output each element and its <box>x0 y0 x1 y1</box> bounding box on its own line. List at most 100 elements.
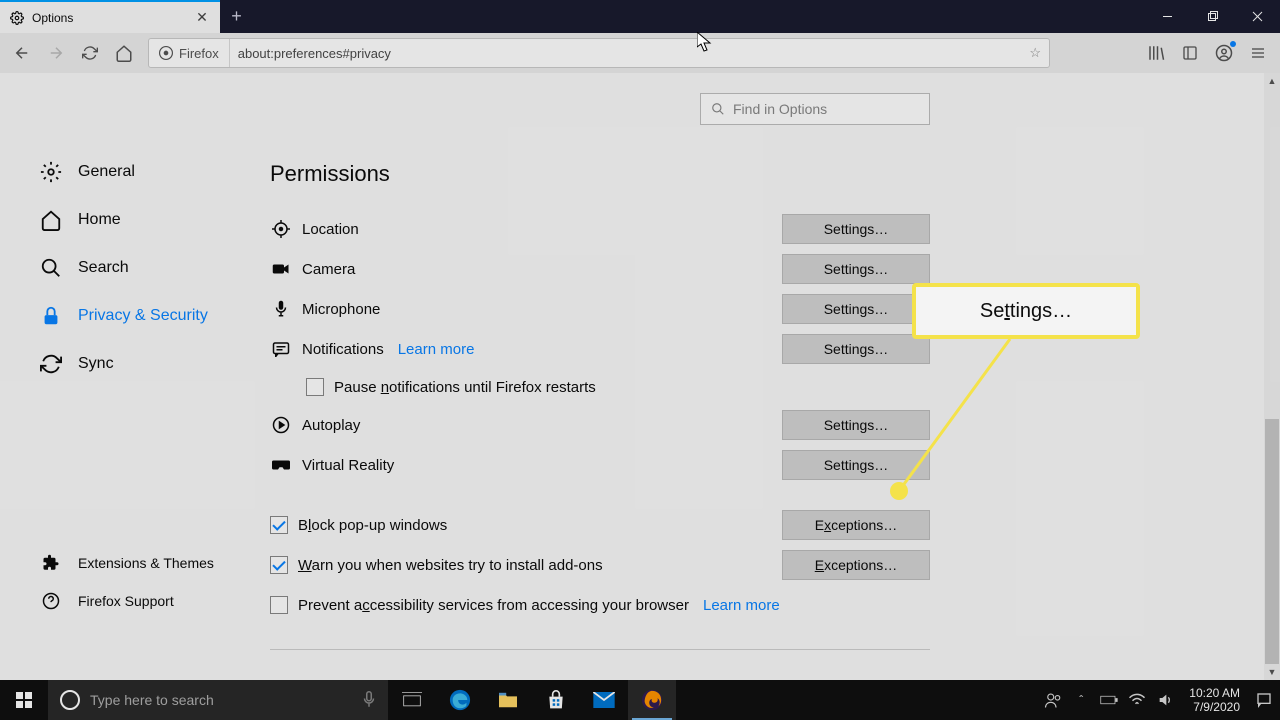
sidebar-item-home[interactable]: Home <box>40 196 240 244</box>
new-tab-button[interactable]: + <box>220 0 253 33</box>
back-button[interactable] <box>6 37 38 69</box>
block-popups-row: Block pop-up windows Exceptions… <box>270 505 930 545</box>
gear-icon <box>10 11 24 25</box>
taskbar-search[interactable]: Type here to search <box>48 680 388 720</box>
bookmark-star-icon[interactable]: ☆ <box>1021 45 1049 61</box>
people-icon[interactable] <box>1041 680 1065 720</box>
identity-label: Firefox <box>179 46 219 61</box>
checkbox-label: Block pop-up windows <box>298 517 447 534</box>
close-tab-icon[interactable]: ✕ <box>194 10 210 26</box>
a11y-row: Prevent accessibility services from acce… <box>270 585 930 625</box>
perm-autoplay: Autoplay Settings… <box>270 405 930 445</box>
perm-location: Location Settings… <box>270 209 930 249</box>
sidebar-item-general[interactable]: General <box>40 148 240 196</box>
perm-microphone: Microphone Settings… <box>270 289 930 329</box>
scroll-down-icon[interactable]: ▼ <box>1264 664 1280 680</box>
pause-notifications-checkbox[interactable] <box>306 378 324 396</box>
autoplay-settings-button[interactable]: Settings… <box>782 410 930 440</box>
perm-vr: Virtual Reality Settings… <box>270 445 930 485</box>
scrollbar[interactable]: ▲ ▼ <box>1264 73 1280 680</box>
sidebar-item-sync[interactable]: Sync <box>40 340 240 388</box>
task-icons <box>388 680 676 720</box>
sidebar-item-extensions[interactable]: Extensions & Themes <box>40 544 214 582</box>
home-button[interactable] <box>108 37 140 69</box>
popup-exceptions-button[interactable]: Exceptions… <box>782 510 930 540</box>
cortana-icon <box>60 690 80 710</box>
a11y-checkbox[interactable] <box>270 596 288 614</box>
help-icon <box>40 590 62 612</box>
minimize-button[interactable] <box>1145 0 1190 33</box>
clock-time: 10:20 AM <box>1189 686 1240 700</box>
tray-chevron-up-icon[interactable]: ˆ <box>1069 680 1093 720</box>
divider <box>270 649 930 650</box>
volume-icon[interactable] <box>1153 680 1177 720</box>
sidebar-item-privacy[interactable]: Privacy & Security <box>40 292 240 340</box>
checkbox-label: Prevent accessibility services from acce… <box>298 597 689 614</box>
perm-label: Notifications <box>302 341 384 358</box>
perm-camera: Camera Settings… <box>270 249 930 289</box>
content-area: Find in Options General Home Search Priv… <box>0 73 1280 680</box>
microphone-settings-button[interactable]: Settings… <box>782 294 930 324</box>
reload-button[interactable] <box>74 37 106 69</box>
identity-box[interactable]: Firefox <box>149 39 230 67</box>
location-settings-button[interactable]: Settings… <box>782 214 930 244</box>
sidebar-item-label: Firefox Support <box>78 593 174 609</box>
tray-clock[interactable]: 10:20 AM 7/9/2020 <box>1181 686 1248 714</box>
browser-tab[interactable]: Options ✕ <box>0 0 220 33</box>
main-panel: Permissions Location Settings… Camera Se… <box>270 161 930 650</box>
sidebar-item-label: Sync <box>78 355 114 373</box>
address-bar[interactable]: Firefox about:preferences#privacy ☆ <box>148 38 1050 68</box>
explorer-icon[interactable] <box>484 680 532 720</box>
sidebar: General Home Search Privacy & Security S… <box>40 148 240 388</box>
addon-exceptions-button[interactable]: Exceptions… <box>782 550 930 580</box>
task-view-icon[interactable] <box>388 680 436 720</box>
edge-icon[interactable] <box>436 680 484 720</box>
warn-addons-checkbox[interactable] <box>270 556 288 574</box>
microphone-icon <box>270 300 292 318</box>
notifications-settings-button[interactable]: Settings… <box>782 334 930 364</box>
warn-addons-row: Warn you when websites try to install ad… <box>270 545 930 585</box>
search-placeholder: Find in Options <box>733 101 827 117</box>
sidebar-item-label: Search <box>78 259 129 277</box>
pause-notifications-row: Pause notifications until Firefox restar… <box>306 369 930 405</box>
camera-settings-button[interactable]: Settings… <box>782 254 930 284</box>
a11y-learn-more[interactable]: Learn more <box>703 597 780 614</box>
puzzle-icon <box>40 552 62 574</box>
battery-icon[interactable] <box>1097 680 1121 720</box>
checkbox-label: Pause notifications until Firefox restar… <box>334 379 596 396</box>
block-popups-checkbox[interactable] <box>270 516 288 534</box>
perm-label: Location <box>302 221 359 238</box>
sidebar-item-label: Extensions & Themes <box>78 555 214 571</box>
perm-label: Microphone <box>302 301 380 318</box>
maximize-button[interactable] <box>1190 0 1235 33</box>
checkbox-label: Warn you when websites try to install ad… <box>298 557 603 574</box>
store-icon[interactable] <box>532 680 580 720</box>
account-icon[interactable] <box>1208 37 1240 69</box>
sidebar-item-label: General <box>78 163 135 181</box>
sidebar-item-support[interactable]: Firefox Support <box>40 582 214 620</box>
menu-button[interactable] <box>1242 37 1274 69</box>
sidebar-item-search[interactable]: Search <box>40 244 240 292</box>
url-text: about:preferences#privacy <box>230 46 1022 61</box>
autoplay-icon <box>270 416 292 434</box>
callout-settings: Settings… <box>912 283 1140 339</box>
search-input[interactable]: Find in Options <box>700 93 930 125</box>
system-tray: ˆ 10:20 AM 7/9/2020 <box>1041 680 1280 720</box>
firefox-icon[interactable] <box>628 680 676 720</box>
tab-title: Options <box>32 11 194 25</box>
notifications-learn-more[interactable]: Learn more <box>398 341 475 358</box>
start-button[interactable] <box>0 680 48 720</box>
microphone-icon[interactable] <box>362 691 376 709</box>
titlebar: Options ✕ + <box>0 0 1280 33</box>
mail-icon[interactable] <box>580 680 628 720</box>
location-icon <box>270 220 292 238</box>
scroll-thumb[interactable] <box>1265 419 1279 664</box>
close-window-button[interactable] <box>1235 0 1280 33</box>
scroll-up-icon[interactable]: ▲ <box>1264 73 1280 89</box>
notifications-icon[interactable] <box>1252 680 1276 720</box>
sidebar-icon[interactable] <box>1174 37 1206 69</box>
wifi-icon[interactable] <box>1125 680 1149 720</box>
library-icon[interactable] <box>1140 37 1172 69</box>
vr-settings-button[interactable]: Settings… <box>782 450 930 480</box>
home-icon <box>40 209 62 231</box>
